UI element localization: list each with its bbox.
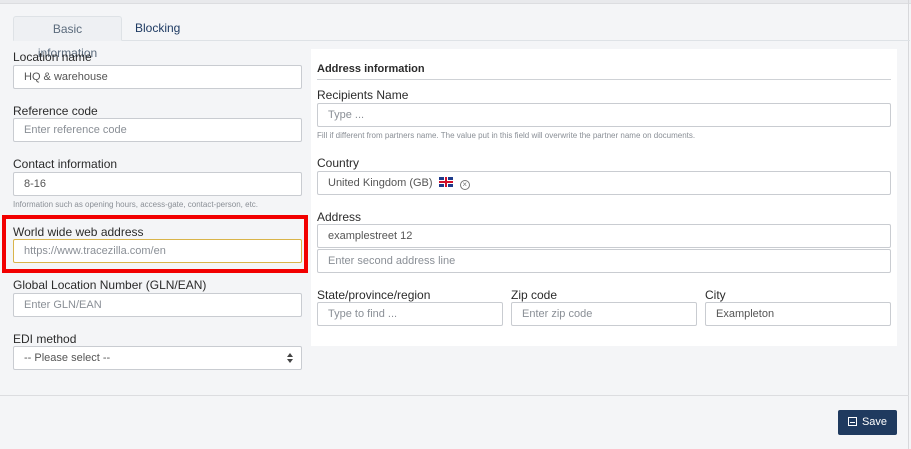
address-line2-input[interactable]: Enter second address line (317, 249, 891, 273)
gln-label: Global Location Number (GLN/EAN) (13, 278, 207, 292)
www-address-input[interactable]: https://www.tracezilla.com/en (13, 239, 302, 263)
country-value: United Kingdom (GB) (328, 177, 433, 189)
www-address-label: World wide web address (13, 225, 144, 239)
edi-method-selected: -- Please select -- (24, 352, 111, 364)
reference-code-input[interactable]: Enter reference code (13, 118, 302, 142)
edi-method-label: EDI method (13, 332, 77, 346)
clear-icon[interactable]: × (459, 180, 470, 190)
zip-code-input[interactable]: Enter zip code (511, 302, 697, 326)
address-section-title: Address information (317, 63, 425, 75)
uk-flag-icon (438, 177, 453, 187)
save-icon (847, 417, 857, 426)
section-divider (317, 79, 891, 80)
location-name-input[interactable]: HQ & warehouse (13, 65, 302, 89)
reference-code-label: Reference code (13, 104, 98, 118)
address-line1-input[interactable]: examplestreet 12 (317, 224, 891, 248)
recipients-name-input[interactable]: Type ... (317, 103, 891, 127)
country-select[interactable]: United Kingdom (GB) × (317, 171, 891, 195)
recipients-name-help: Fill if different from partners name. Th… (317, 131, 696, 140)
top-border (0, 0, 911, 4)
contact-information-input[interactable]: 8-16 (13, 172, 302, 196)
footer-divider (0, 395, 909, 396)
select-arrows-icon (287, 352, 293, 364)
edi-method-select[interactable]: -- Please select -- (13, 346, 302, 370)
contact-information-label: Contact information (13, 157, 118, 171)
country-label: Country (317, 156, 360, 170)
gln-input[interactable]: Enter GLN/EAN (13, 293, 302, 317)
city-label: City (705, 288, 726, 302)
contact-information-help: Information such as opening hours, acces… (13, 200, 259, 209)
save-button[interactable]: Save (838, 410, 897, 435)
state-label: State/province/region (317, 288, 431, 302)
city-input[interactable]: Exampleton (705, 302, 891, 326)
save-button-label: Save (861, 416, 888, 428)
location-name-label: Location name (13, 50, 92, 64)
state-input[interactable]: Type to find ... (317, 302, 503, 326)
tab-basic-information[interactable]: Basic information (13, 16, 122, 60)
right-border (908, 0, 909, 449)
tab-bar: Basic information Blocking (13, 16, 910, 60)
tab-blocking[interactable]: Blocking (123, 16, 192, 41)
recipients-name-label: Recipients Name (317, 88, 409, 102)
address-label: Address (317, 210, 362, 224)
zip-code-label: Zip code (511, 288, 558, 302)
